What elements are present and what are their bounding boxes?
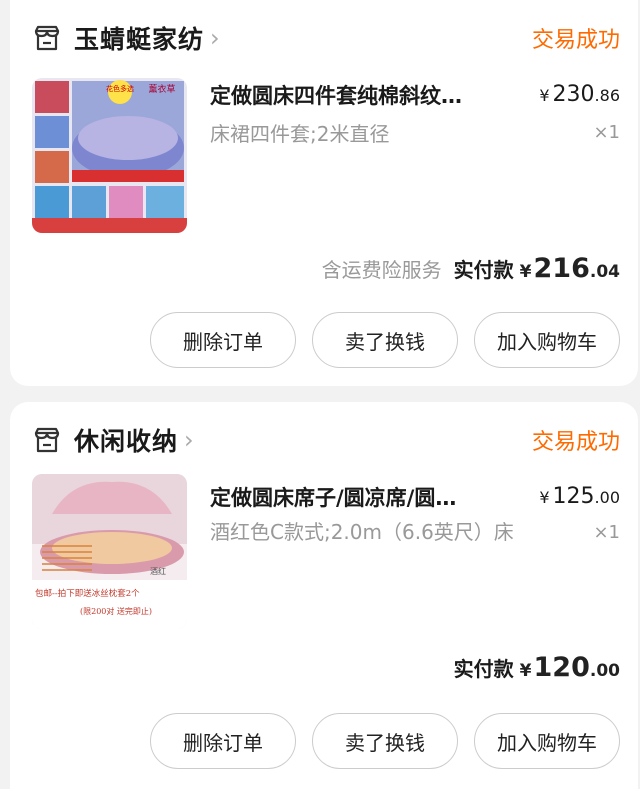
image-badge: 花色多选	[106, 84, 134, 93]
product-image[interactable]: 花色多选 薰衣草	[32, 78, 187, 233]
order-status: 交易成功	[531, 430, 620, 455]
paid-label: 实付款	[453, 657, 514, 681]
shop-name[interactable]: 休闲收纳	[74, 422, 178, 458]
product-quantity: ×1	[593, 122, 620, 143]
price-decimal: .86	[594, 86, 620, 105]
order-actions: 删除订单 卖了换钱 加入购物车	[150, 312, 620, 368]
add-to-cart-button[interactable]: 加入购物车	[474, 312, 620, 368]
payment-summary: 含运费险服务 实付款 ¥ 216 .04	[322, 253, 620, 284]
paid-decimal: .04	[589, 262, 620, 282]
delete-order-button[interactable]: 删除订单	[150, 713, 296, 769]
store-icon	[34, 25, 60, 51]
payment-summary: 实付款 ¥ 120 .00	[454, 652, 620, 683]
chevron-right-icon: ›	[184, 426, 194, 454]
order-actions: 删除订单 卖了换钱 加入购物车	[150, 713, 620, 769]
product-spec: 床裙四件套;2米直径	[210, 122, 390, 146]
shop-header[interactable]: 玉蜻蜓家纺 ›	[32, 18, 220, 58]
promo-line-1: 包邮--拍下即送冰丝枕套2个	[35, 588, 140, 599]
product-image[interactable]: 酒红 包邮--拍下即送冰丝枕套2个 (限200对 送完即止)	[32, 474, 187, 629]
product-price: ¥125.00	[539, 484, 620, 509]
paid-decimal: .00	[589, 661, 620, 681]
paid-integer: 216	[533, 253, 590, 284]
shipping-insurance-note: 含运费险服务	[321, 258, 442, 282]
price-integer: 230	[552, 82, 595, 107]
price-currency: ¥	[539, 86, 550, 105]
price-integer: 125	[552, 484, 595, 509]
sell-for-cash-button[interactable]: 卖了换钱	[312, 713, 458, 769]
price-currency: ¥	[539, 488, 550, 507]
price-decimal: .00	[594, 488, 620, 507]
image-tag: 薰衣草	[148, 83, 175, 95]
image-tag: 酒红	[150, 566, 166, 576]
sell-for-cash-button[interactable]: 卖了换钱	[312, 312, 458, 368]
add-to-cart-button[interactable]: 加入购物车	[474, 713, 620, 769]
paid-integer: 120	[533, 652, 590, 683]
shop-header[interactable]: 休闲收纳 ›	[32, 420, 194, 460]
product-quantity: ×1	[593, 522, 620, 543]
store-icon	[34, 427, 60, 453]
shop-name[interactable]: 玉蜻蜓家纺	[74, 20, 204, 56]
paid-currency: ¥	[519, 262, 532, 282]
product-spec: 酒红色C款式;2.0m（6.6英尺）床	[210, 520, 514, 544]
product-title[interactable]: 定做圆床四件套纯棉斜纹…	[210, 80, 510, 110]
promo-line-2: (限200对 送完即止)	[80, 606, 152, 616]
paid-label: 实付款	[453, 258, 514, 282]
product-thumbnail: 花色多选 薰衣草	[32, 78, 187, 233]
product-thumbnail: 酒红 包邮--拍下即送冰丝枕套2个 (限200对 送完即止)	[32, 474, 187, 629]
product-title[interactable]: 定做圆床席子/圆凉席/圆…	[210, 482, 510, 512]
product-price: ¥230.86	[539, 82, 620, 107]
delete-order-button[interactable]: 删除订单	[150, 312, 296, 368]
chevron-right-icon: ›	[210, 24, 220, 52]
paid-currency: ¥	[519, 661, 532, 681]
order-status: 交易成功	[531, 28, 620, 53]
